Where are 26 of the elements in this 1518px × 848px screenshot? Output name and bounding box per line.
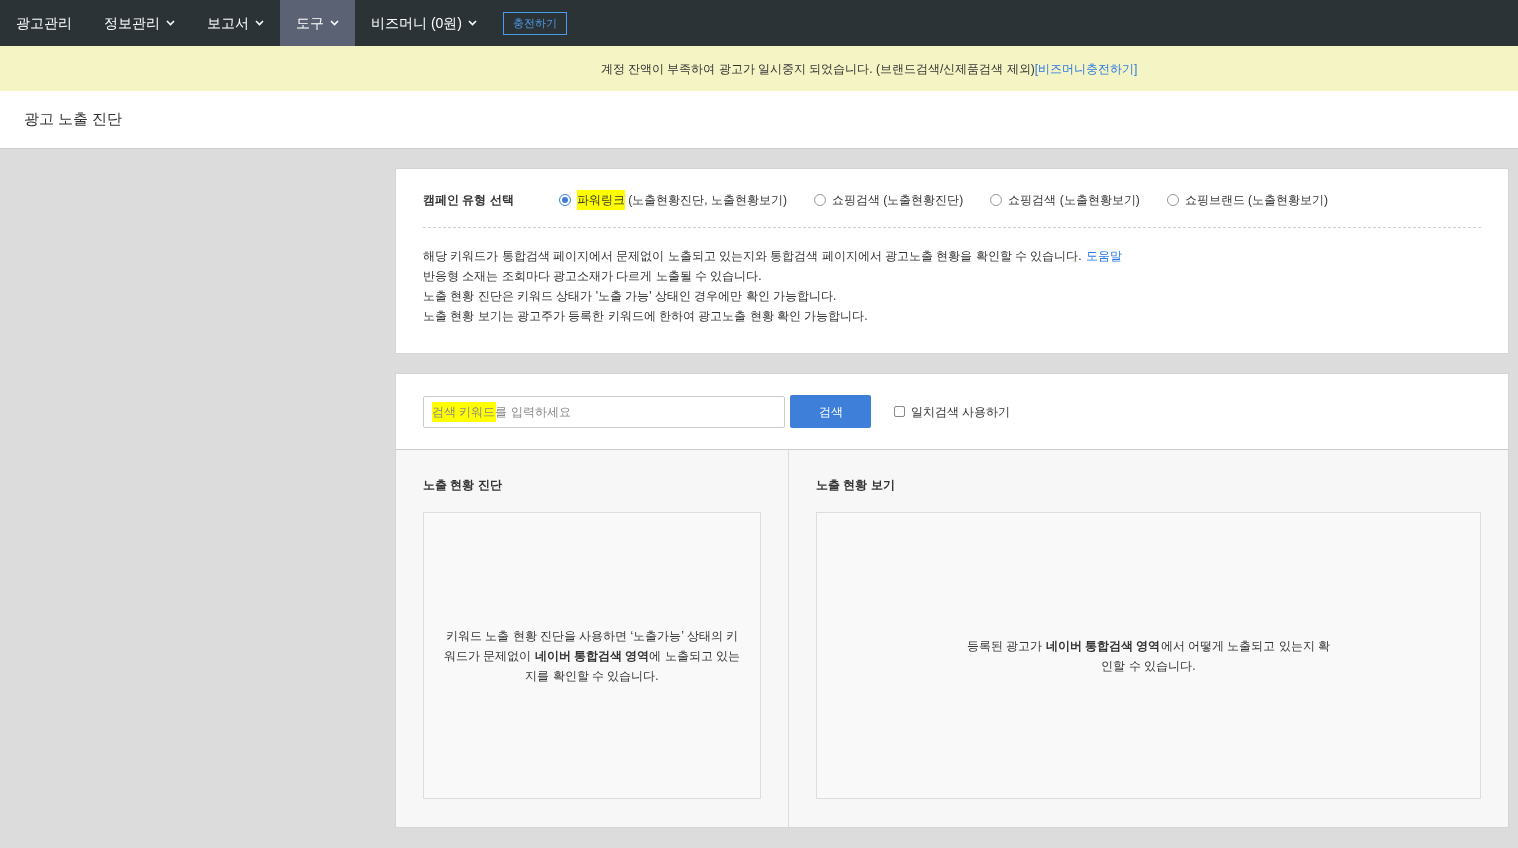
option-label: 파워링크 (노출현황진단, 노출현황보기) [577, 191, 787, 209]
nav-tab[interactable]: 비즈머니 (0원) [355, 0, 493, 46]
campaign-type-label: 캠페인 유형 선택 [423, 192, 515, 209]
nav-tab[interactable]: 보고서 [191, 0, 280, 46]
option-label: 쇼핑브랜드 (노출현황보기) [1184, 192, 1329, 209]
info-text: 해당 키워드가 통합검색 페이지에서 문제없이 노출되고 있는지와 통합검색 페이지에서 광고노출 현황을 확인할 수 있습니다. [423, 248, 1082, 265]
help-link[interactable]: 도움말 [1085, 246, 1122, 266]
panel-description: 등록된 광고가 네이버 통합검색 영역에서 어떻게 노출되고 있는지 확인할 수 있습니다. [966, 637, 1331, 675]
notice-text: 계정 잔액이 부족하여 광고가 일시중지 되었습니다. (브랜드검색/신제품검색 제외) [600, 60, 1035, 78]
option-label: 쇼핑검색 (노출현황보기) [1008, 192, 1140, 209]
exact-match-label: 일치검색 사용하기 [911, 403, 1011, 421]
nav-tab[interactable]: 정보관리 [88, 0, 191, 46]
info-text: 노출 현황 보기는 광고주가 등록한 키워드에 한하여 광고노출 현황 확인 가능합니다. [423, 308, 869, 325]
nav-tab[interactable]: 광고관리 [0, 0, 88, 46]
info-text: 반응형 소재는 조회마다 광고소재가 다르게 노출될 수 있습니다. [423, 268, 763, 285]
option-label: 쇼핑검색 (노출현황진단) [832, 192, 964, 209]
panel-title: 노출 현황 보기 [816, 477, 896, 494]
info-text: 노출 현황 진단은 키워드 상태가 '노출 가능' 상태인 경우에만 확인 가능합니다. [423, 288, 838, 305]
page-title: 광고 노출 진단 [24, 109, 123, 130]
panel-description: 키워드 노출 현황 진단을 사용하면 ‘노출가능’ 상태의 키워드가 문제없이 네이버 통합검색 영역에 노출되고 있는지를 확인할 수 있습니다. [444, 627, 740, 685]
panel-title: 노출 현황 진단 [423, 477, 503, 494]
charge-button[interactable]: 충전하기 [503, 11, 567, 35]
search-button[interactable]: 검색 [790, 395, 871, 428]
nav-tab[interactable]: 도구 [280, 0, 355, 46]
exact-match-checkbox[interactable] [894, 406, 905, 417]
charge-link[interactable]: [비즈머니충전하기] [1034, 59, 1138, 78]
